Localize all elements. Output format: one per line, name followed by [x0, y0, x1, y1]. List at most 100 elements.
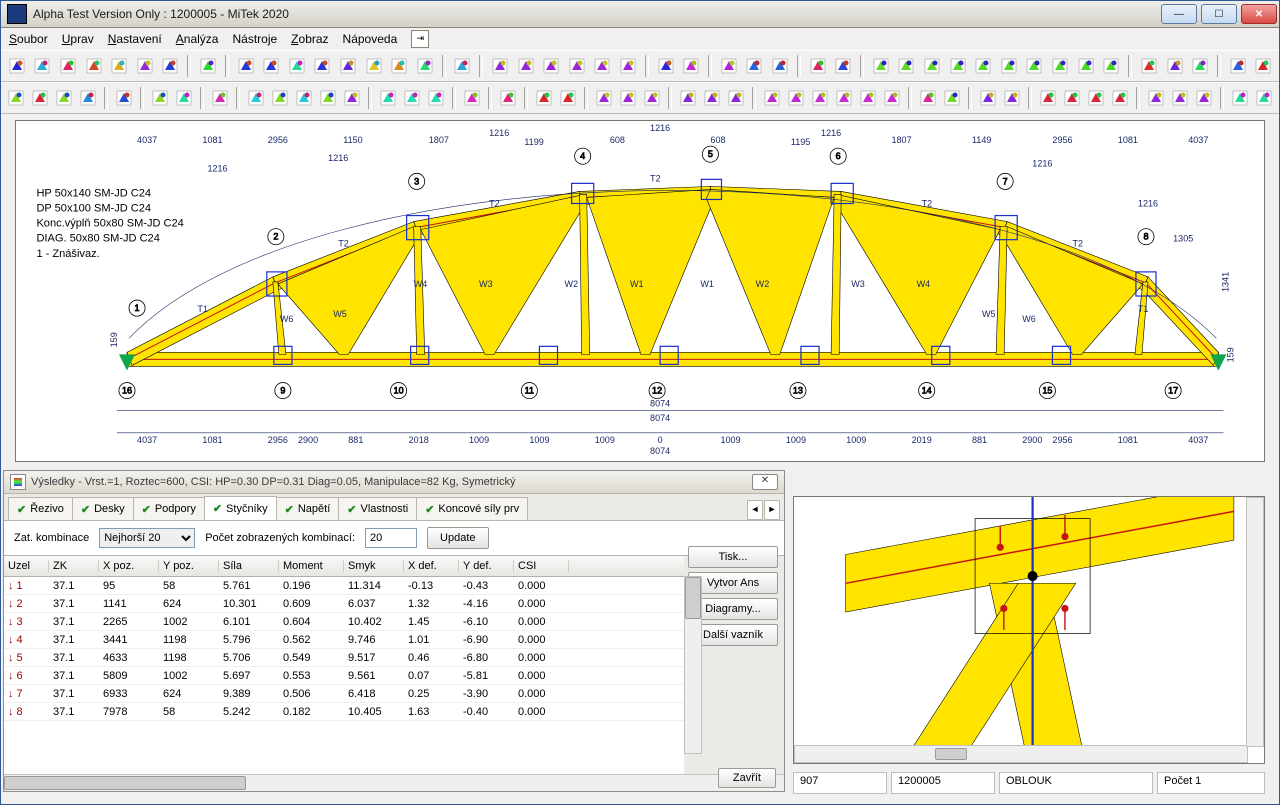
tool-col-a[interactable]: [869, 54, 893, 78]
tool-box-a[interactable]: [1037, 86, 1059, 110]
tool-tri-a[interactable]: [5, 86, 27, 110]
tool-dist-b[interactable]: [743, 54, 767, 78]
tool-box-b[interactable]: [1061, 86, 1083, 110]
tool-joist-a[interactable]: [245, 86, 267, 110]
tool-open[interactable]: [31, 54, 55, 78]
tool-col-h[interactable]: [1048, 54, 1072, 78]
tool-brick[interactable]: [209, 86, 231, 110]
col-x poz.[interactable]: X poz.: [99, 560, 159, 572]
side-tisk-[interactable]: Tisk...: [688, 546, 778, 568]
tool-stamp[interactable]: [1226, 54, 1250, 78]
tool-box-d[interactable]: [1109, 86, 1131, 110]
menu-uprav[interactable]: Uprav: [62, 32, 94, 46]
tool-tri-c[interactable]: [269, 86, 291, 110]
update-button[interactable]: Update: [427, 527, 488, 549]
tool-man-b[interactable]: [1253, 86, 1275, 110]
tool-col-j[interactable]: [1100, 54, 1124, 78]
tool-box-c[interactable]: [1085, 86, 1107, 110]
tool-purlin-b[interactable]: [497, 86, 519, 110]
tool-col-f[interactable]: [997, 54, 1021, 78]
minimize-button[interactable]: —: [1161, 4, 1197, 24]
tool-web-a[interactable]: [593, 86, 615, 110]
combo-select[interactable]: Nejhorší 20: [99, 528, 195, 548]
tool-grid-a[interactable]: [234, 54, 258, 78]
tool-dim-e[interactable]: [591, 54, 615, 78]
tool-col-b[interactable]: [895, 54, 919, 78]
tool-dim-d[interactable]: [565, 54, 589, 78]
tool-mag-a[interactable]: [977, 86, 999, 110]
tab-koncové síly prv[interactable]: ✔Koncové síly prv: [416, 497, 528, 520]
menu-zobraz[interactable]: Zobraz: [291, 32, 328, 46]
col-x def.[interactable]: X def.: [404, 560, 459, 572]
tool-pl-a[interactable]: [677, 86, 699, 110]
tool-slope-a[interactable]: [533, 86, 555, 110]
truss-canvas[interactable]: 1 2 3 4 5 6 7 8 16 9 10 11 12 13: [15, 120, 1265, 462]
menu-nastroje[interactable]: Nástroje: [232, 32, 277, 46]
tab-scroll-right[interactable]: ►: [764, 500, 780, 520]
tool-man-a[interactable]: [1229, 86, 1251, 110]
tool-zoom[interactable]: [1137, 54, 1161, 78]
table-row[interactable]: ↓ 537.1463311985.7060.5499.5170.46-6.800…: [4, 649, 684, 667]
tool-hatch[interactable]: [173, 86, 195, 110]
menu-analyza[interactable]: Analýza: [176, 32, 219, 46]
tool-mag-b[interactable]: [1001, 86, 1023, 110]
tool-copy[interactable]: [679, 54, 703, 78]
tool-pl-c[interactable]: [725, 86, 747, 110]
tab-scroll-left[interactable]: ◄: [747, 500, 763, 520]
tool-dim-b[interactable]: [514, 54, 538, 78]
tool-select[interactable]: [806, 54, 830, 78]
tool-zoom-in[interactable]: [1163, 54, 1187, 78]
col-smyk[interactable]: Smyk: [344, 560, 404, 572]
tool-r-b[interactable]: [401, 86, 423, 110]
menu-extra-icon[interactable]: ⇥: [411, 30, 429, 48]
detail-view[interactable]: [793, 496, 1265, 764]
tool-print[interactable]: [451, 54, 475, 78]
table-row[interactable]: ↓ 637.1580910025.6970.5539.5610.07-5.810…: [4, 667, 684, 685]
menu-napoveda[interactable]: Nápoveda: [343, 32, 398, 46]
tool-print-set[interactable]: [387, 54, 411, 78]
tool-grid-b[interactable]: [259, 54, 283, 78]
close-button[interactable]: ✕: [1241, 4, 1277, 24]
tool-rotate[interactable]: [311, 54, 335, 78]
tool-web-b[interactable]: [617, 86, 639, 110]
tool-col-i[interactable]: [1074, 54, 1098, 78]
vscroll[interactable]: [684, 576, 702, 754]
tool-h-b[interactable]: [1169, 86, 1191, 110]
table-row[interactable]: ↓ 837.17978585.2420.18210.4051.63-0.400.…: [4, 703, 684, 721]
tool-dist[interactable]: [717, 54, 741, 78]
tab-napětí[interactable]: ✔Napětí: [276, 497, 340, 520]
tool-pen[interactable]: [29, 86, 51, 110]
tool-joist-b[interactable]: [293, 86, 315, 110]
tool-r-c[interactable]: [425, 86, 447, 110]
menu-soubor[interactable]: SSouboroubor: [9, 32, 48, 46]
results-close-button[interactable]: ✕: [752, 474, 778, 490]
tool-w-d[interactable]: [833, 86, 855, 110]
tool-disk-x[interactable]: [159, 54, 183, 78]
tool-tri-d[interactable]: [317, 86, 339, 110]
close-results-button[interactable]: Zavřít: [718, 768, 776, 788]
tool-tri-b[interactable]: [53, 86, 75, 110]
tool-flip[interactable]: [285, 54, 309, 78]
col-uzel[interactable]: Uzel: [4, 560, 49, 572]
tool-dist-c[interactable]: [768, 54, 792, 78]
col-moment[interactable]: Moment: [279, 560, 344, 572]
tool-h-c[interactable]: [1193, 86, 1215, 110]
tab-vlastnosti[interactable]: ✔Vlastnosti: [338, 497, 417, 520]
tab-řezivo[interactable]: ✔Řezivo: [8, 497, 73, 520]
tab-podpory[interactable]: ✔Podpory: [133, 497, 205, 520]
col-síla[interactable]: Síla: [219, 560, 279, 572]
table-row[interactable]: ↓ 137.195585.7610.19611.314-0.13-0.430.0…: [4, 577, 684, 595]
tool-save-all[interactable]: [82, 54, 106, 78]
tool-sheet[interactable]: [77, 86, 99, 110]
tool-col-g[interactable]: [1023, 54, 1047, 78]
tool-dim-f[interactable]: [616, 54, 640, 78]
tool-page[interactable]: [413, 54, 437, 78]
col-y def.[interactable]: Y def.: [459, 560, 514, 572]
tool-star[interactable]: [917, 86, 939, 110]
tool-w-e[interactable]: [857, 86, 879, 110]
tool-r-a[interactable]: [377, 86, 399, 110]
table-row[interactable]: ↓ 337.1226510026.1010.60410.4021.45-6.10…: [4, 613, 684, 631]
col-y poz.[interactable]: Y poz.: [159, 560, 219, 572]
tool-w-c[interactable]: [809, 86, 831, 110]
tool-pan[interactable]: [831, 54, 855, 78]
